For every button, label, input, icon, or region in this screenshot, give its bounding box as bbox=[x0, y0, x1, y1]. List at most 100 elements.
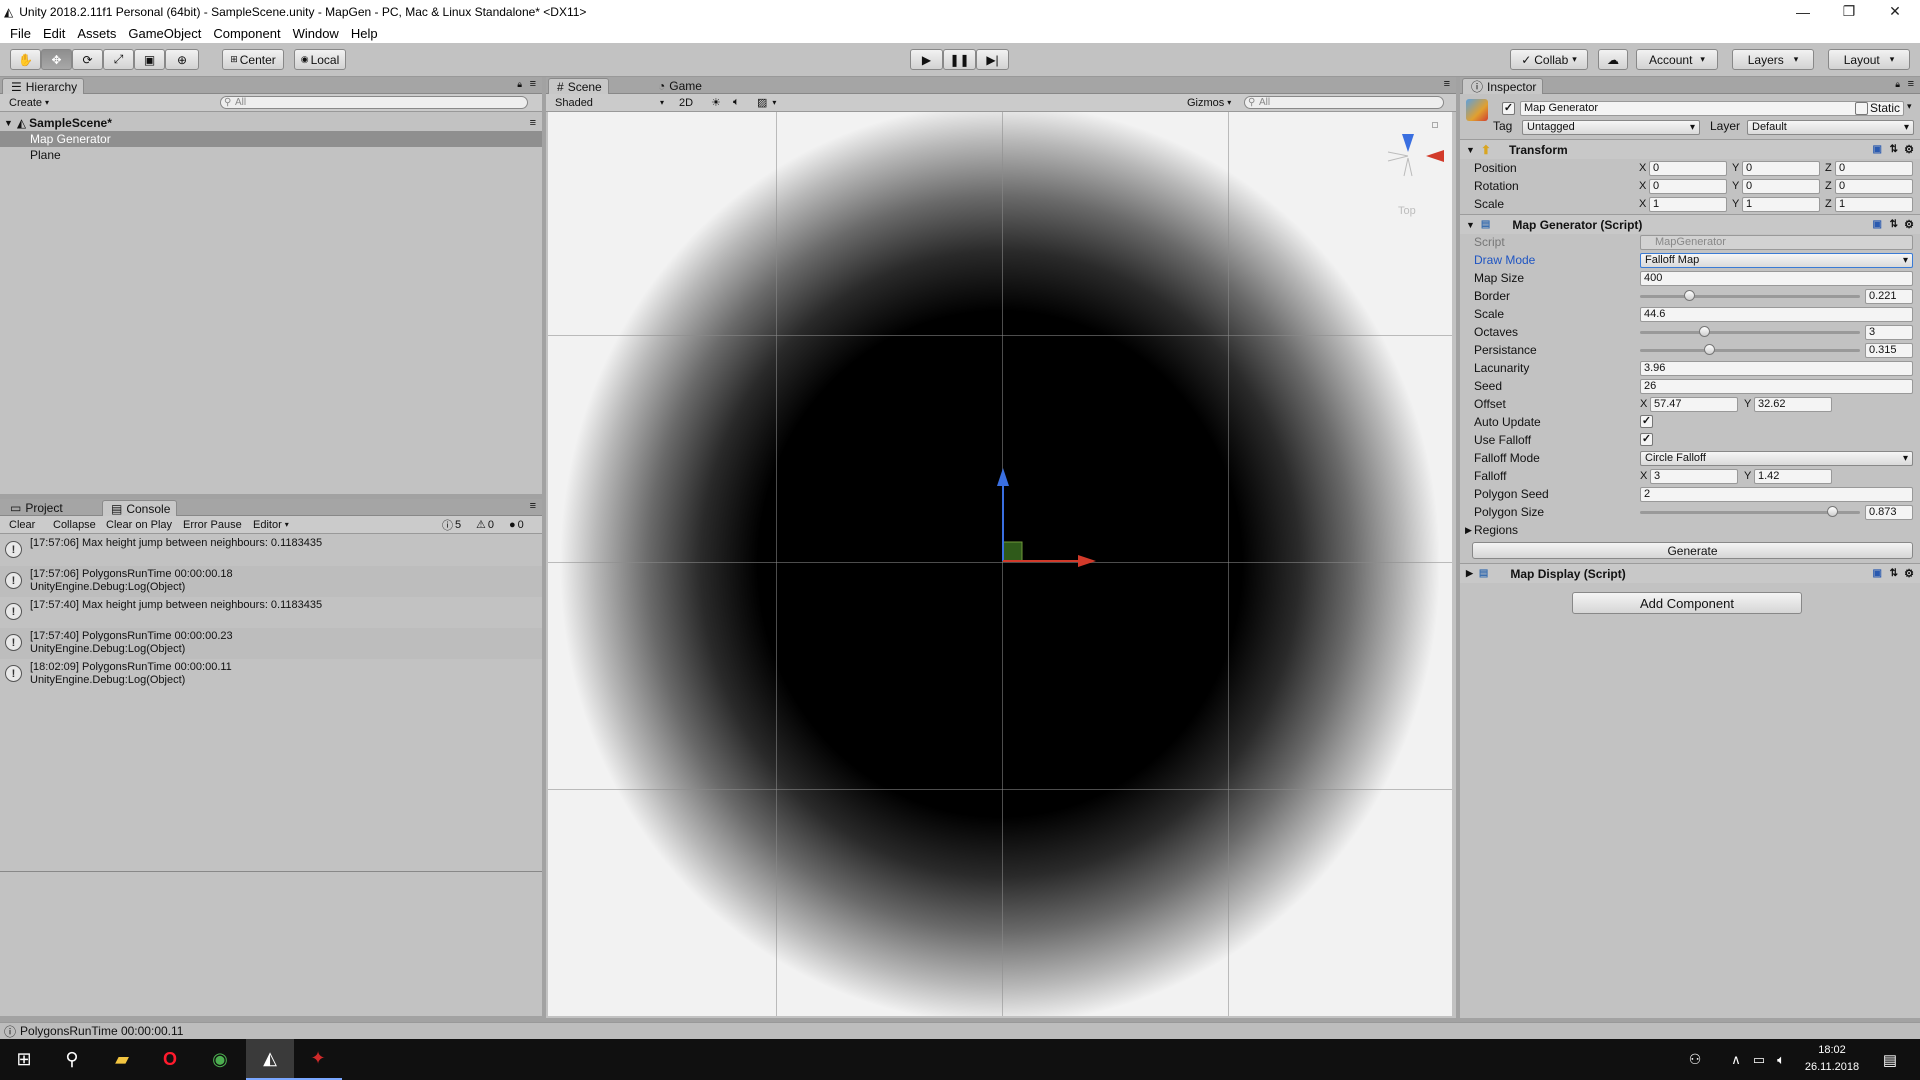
generate-button[interactable]: Generate bbox=[1472, 542, 1913, 559]
notifications-icon[interactable]: ▤ bbox=[1870, 1039, 1910, 1080]
map-display-header[interactable]: ▶ ▤ Map Display (Script) ▣ ⇅ ⚙ bbox=[1460, 563, 1920, 583]
hierarchy-search-input[interactable]: ⚲ All bbox=[220, 96, 528, 109]
falloff-mode-dropdown[interactable]: Circle Falloff bbox=[1640, 451, 1913, 466]
toggle-2d-button[interactable]: 2D bbox=[674, 95, 698, 110]
menu-window[interactable]: Window bbox=[287, 26, 345, 41]
scene-menu-icon[interactable]: ≡ bbox=[530, 117, 536, 129]
lock-icon[interactable]: 🔒︎ bbox=[517, 79, 522, 90]
position-x-field[interactable]: 0 bbox=[1649, 161, 1727, 176]
file-explorer-button[interactable]: ▰ bbox=[98, 1039, 146, 1080]
gizmo-x-cone[interactable] bbox=[1426, 150, 1444, 162]
polygon-size-slider-knob[interactable] bbox=[1827, 506, 1839, 517]
warn-count-toggle[interactable]: ⚠ 0 bbox=[471, 517, 499, 532]
gear-icon[interactable]: ⚙ bbox=[1904, 567, 1914, 580]
border-slider-track[interactable] bbox=[1640, 295, 1860, 298]
pivot-local-button[interactable]: ◉ Local bbox=[294, 49, 346, 70]
menu-gameobject[interactable]: GameObject bbox=[122, 26, 207, 41]
border-field[interactable]: 0.221 bbox=[1865, 289, 1913, 304]
menu-file[interactable]: File bbox=[4, 26, 37, 41]
object-name-field[interactable]: Map Generator bbox=[1520, 101, 1904, 116]
gizmo-y-cone[interactable] bbox=[1402, 134, 1414, 152]
octaves-field[interactable]: 3 bbox=[1865, 325, 1913, 340]
layers-dropdown[interactable]: Layers ▾ bbox=[1732, 49, 1814, 70]
shading-dropdown[interactable]: Shaded ▾ bbox=[550, 95, 668, 110]
gear-icon[interactable]: ⚙ bbox=[1904, 143, 1914, 156]
scene-search-input[interactable]: ⚲ All bbox=[1244, 96, 1444, 109]
lighting-toggle[interactable]: ☀ bbox=[706, 95, 726, 110]
gear-icon[interactable]: ⚙ bbox=[1904, 218, 1914, 231]
chevron-down-icon[interactable]: ▾ bbox=[1907, 101, 1912, 112]
map-size-field[interactable]: 400 bbox=[1640, 271, 1913, 286]
preset-icon[interactable]: ⇅ bbox=[1890, 568, 1898, 579]
editor-dropdown[interactable]: Editor ▾ bbox=[248, 517, 294, 532]
scale-y-field[interactable]: 1 bbox=[1742, 197, 1820, 212]
rect-tool-button[interactable]: ▣ bbox=[134, 49, 165, 70]
preset-icon[interactable]: ⇅ bbox=[1890, 219, 1898, 230]
log-entry[interactable]: ! [17:57:06] Max height jump between neig… bbox=[0, 535, 542, 566]
panel-menu-icon[interactable]: ≡ bbox=[1444, 78, 1450, 90]
octaves-slider-track[interactable] bbox=[1640, 331, 1860, 334]
log-entry[interactable]: ! [17:57:40] PolygonsRunTime 00:00:00.23 … bbox=[0, 628, 542, 659]
scale-tool-button[interactable]: ⤢ bbox=[103, 49, 134, 70]
layout-dropdown[interactable]: Layout ▾ bbox=[1828, 49, 1910, 70]
transform-tool-button[interactable]: ⊕ bbox=[165, 49, 199, 70]
offset-y-field[interactable]: 32.62 bbox=[1754, 397, 1832, 412]
persistance-slider-track[interactable] bbox=[1640, 349, 1860, 352]
tab-hierarchy[interactable]: ☰ Hierarchy bbox=[2, 78, 85, 94]
collapse-button[interactable]: Collapse bbox=[48, 517, 101, 532]
hierarchy-item-plane[interactable]: Plane bbox=[0, 147, 542, 163]
active-checkbox[interactable]: ✓ bbox=[1502, 102, 1515, 115]
log-entry[interactable]: ! [18:02:09] PolygonsRunTime 00:00:00.11 … bbox=[0, 659, 542, 690]
use-falloff-checkbox[interactable]: ✓ bbox=[1640, 433, 1653, 446]
position-z-field[interactable]: 0 bbox=[1835, 161, 1913, 176]
falloff-y-field[interactable]: 1.42 bbox=[1754, 469, 1832, 484]
menu-component[interactable]: Component bbox=[207, 26, 286, 41]
audio-toggle[interactable]: 🔈︎ bbox=[728, 95, 745, 110]
octaves-slider-knob[interactable] bbox=[1698, 326, 1710, 337]
hierarchy-item-map-generator[interactable]: Map Generator bbox=[0, 131, 542, 147]
tag-dropdown[interactable]: Untagged bbox=[1522, 120, 1700, 135]
polygon-seed-field[interactable]: 2 bbox=[1640, 487, 1913, 502]
help-icon[interactable]: ▣ bbox=[1873, 144, 1882, 155]
clock[interactable]: 18:02 26.11.2018 bbox=[1796, 1042, 1868, 1078]
minimize-button[interactable]: — bbox=[1780, 0, 1826, 23]
move-gizmo[interactable] bbox=[548, 112, 1452, 1016]
chrome-button[interactable]: ◉ bbox=[196, 1039, 244, 1080]
log-count-toggle[interactable]: ⓘ 5 bbox=[437, 517, 466, 532]
position-y-field[interactable]: 0 bbox=[1742, 161, 1820, 176]
tab-console[interactable]: ▤ Console bbox=[102, 500, 178, 516]
pause-button[interactable]: ❚❚ bbox=[943, 49, 976, 70]
auto-update-checkbox[interactable]: ✓ bbox=[1640, 415, 1653, 428]
help-icon[interactable]: ▣ bbox=[1873, 568, 1882, 579]
lacunarity-field[interactable]: 3.96 bbox=[1640, 361, 1913, 376]
panel-menu-icon[interactable]: ≡ bbox=[1908, 78, 1914, 90]
hand-tool-button[interactable]: ✋ bbox=[10, 49, 41, 70]
collab-dropdown[interactable]: ✓ Collab ▾ bbox=[1510, 49, 1588, 70]
offset-x-field[interactable]: 57.47 bbox=[1650, 397, 1738, 412]
log-entry[interactable]: ! [17:57:06] PolygonsRunTime 00:00:00.18 … bbox=[0, 566, 542, 597]
rotation-y-field[interactable]: 0 bbox=[1742, 179, 1820, 194]
rotation-x-field[interactable]: 0 bbox=[1649, 179, 1727, 194]
step-button[interactable]: ▶| bbox=[976, 49, 1009, 70]
move-tool-button[interactable]: ✥ bbox=[41, 49, 72, 70]
effects-dropdown[interactable]: ▨ ▾ bbox=[752, 95, 781, 110]
help-icon[interactable]: ▣ bbox=[1873, 219, 1882, 230]
tab-game[interactable]: ◔ Game bbox=[650, 78, 708, 94]
status-bar[interactable]: ⓘ PolygonsRunTime 00:00:00.11 bbox=[0, 1022, 1920, 1039]
plane-handle[interactable] bbox=[1002, 541, 1023, 562]
play-button[interactable]: ▶ bbox=[910, 49, 943, 70]
lock-icon[interactable]: 🔒︎ bbox=[1895, 79, 1900, 90]
map-generator-header[interactable]: ▼ ▤ Map Generator (Script) ▣ ⇅ ⚙ bbox=[1460, 214, 1920, 234]
gizmo-lock-icon[interactable] bbox=[1432, 122, 1438, 128]
log-entry[interactable]: ! [17:57:40] Max height jump between neig… bbox=[0, 597, 542, 628]
scale-param-field[interactable]: 44.6 bbox=[1640, 307, 1913, 322]
scene-root-row[interactable]: ▼ ◭ SampleScene* ≡ bbox=[0, 115, 542, 131]
add-component-button[interactable]: Add Component bbox=[1572, 592, 1802, 614]
scene-viewport[interactable]: Top bbox=[548, 112, 1452, 1016]
pivot-center-button[interactable]: ⊞ Center bbox=[222, 49, 284, 70]
close-button[interactable]: ✕ bbox=[1872, 0, 1918, 23]
falloff-x-field[interactable]: 3 bbox=[1650, 469, 1738, 484]
static-checkbox[interactable] bbox=[1855, 102, 1868, 115]
error-count-toggle[interactable]: ● 0 bbox=[504, 517, 529, 532]
panel-menu-icon[interactable]: ≡ bbox=[530, 78, 536, 90]
